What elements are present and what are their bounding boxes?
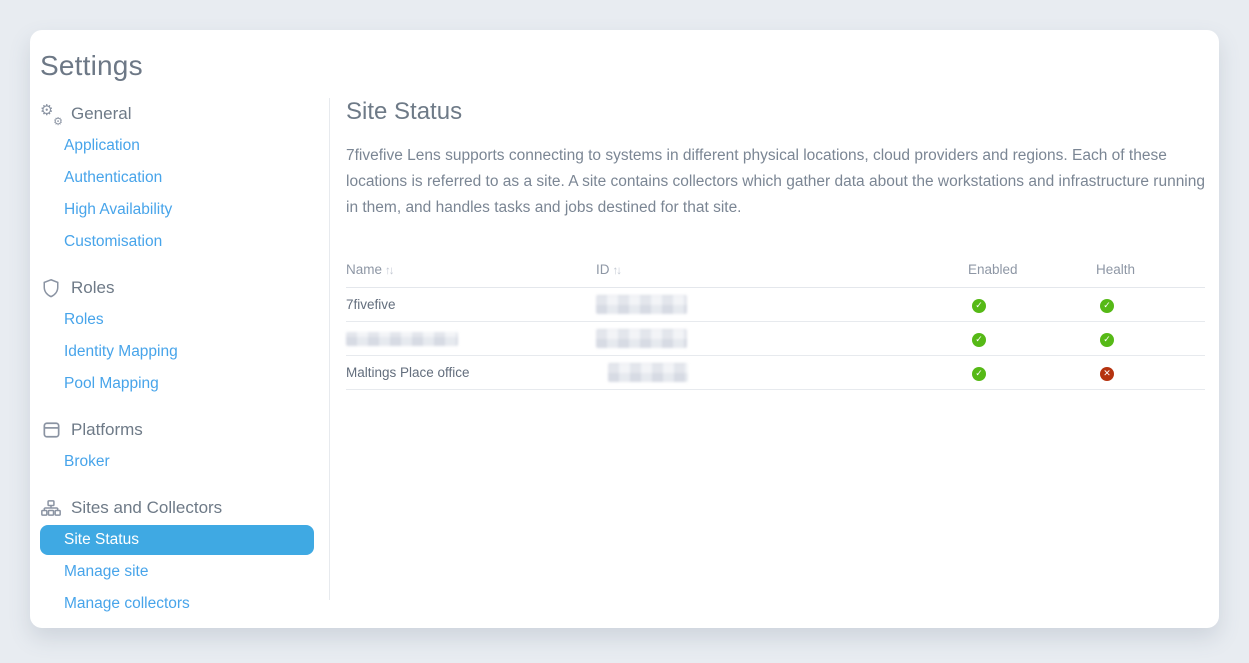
sidebar-section-header: ⚙⚙ General — [40, 98, 327, 130]
page-title: Settings — [40, 50, 1219, 82]
sidebar-item-site-status[interactable]: Site Status — [40, 525, 314, 555]
redacted-id — [596, 329, 687, 348]
status-ok-icon: ✓ — [972, 333, 986, 347]
sidebar-section-label: Sites and Collectors — [71, 498, 222, 518]
sidebar-item-high-availability[interactable]: High Availability — [40, 194, 314, 226]
status-error-icon: ✕ — [1100, 367, 1114, 381]
section-description: 7fivefive Lens supports connecting to sy… — [346, 143, 1205, 221]
column-label: ID — [596, 262, 610, 277]
cell-enabled: ✓ — [968, 288, 1096, 322]
cell-health: ✓ — [1096, 288, 1205, 322]
redacted-name — [346, 332, 458, 346]
sidebar-section-general: ⚙⚙ General ApplicationAuthenticationHigh A… — [40, 98, 327, 258]
sidebar-section-platforms: Platforms Broker — [40, 414, 327, 478]
status-ok-icon: ✓ — [972, 367, 986, 381]
status-ok-icon: ✓ — [972, 299, 986, 313]
sidebar-section-roles: RolesRolesIdentity MappingPool Mapping — [40, 272, 327, 400]
cell-enabled: ✓ — [968, 322, 1096, 356]
cell-enabled: ✓ — [968, 356, 1096, 390]
site-status-table: Name↑↓ID↑↓EnabledHealth 7fivefive✓✓✓✓Mal… — [346, 258, 1205, 390]
redacted-id — [596, 295, 687, 314]
column-label: Name — [346, 262, 382, 277]
platform-icon — [40, 419, 62, 441]
cell-id — [596, 322, 968, 356]
column-label: Enabled — [968, 262, 1018, 277]
column-header-name[interactable]: Name↑↓ — [346, 258, 596, 288]
shield-icon — [40, 277, 62, 299]
site-name: Maltings Place office — [346, 365, 470, 380]
sidebar-section-header: Roles — [40, 272, 327, 304]
content-row: ⚙⚙ General ApplicationAuthenticationHigh A… — [40, 96, 1219, 622]
cell-id — [596, 356, 968, 390]
sidebar-section-sites-and-collectors: Sites and Collectors Site StatusManage si… — [40, 492, 327, 620]
table-row: 7fivefive ✓ ✓ — [346, 288, 1205, 322]
table-row: ✓✓ — [346, 322, 1205, 356]
sidebar-section-label: Roles — [71, 278, 114, 298]
sidebar-item-manage-collectors[interactable]: Manage collectors — [40, 588, 314, 620]
sidebar-item-manage-site[interactable]: Manage site — [40, 556, 314, 588]
gears-icon: ⚙⚙ — [40, 103, 62, 125]
sidebar-section-header: Platforms — [40, 414, 327, 446]
cell-name — [346, 322, 596, 356]
cell-health: ✓ — [1096, 322, 1205, 356]
sort-arrows-icon: ↑↓ — [385, 265, 393, 277]
table-row: Maltings Place office ✓ ✕ — [346, 356, 1205, 390]
cell-health: ✕ — [1096, 356, 1205, 390]
sidebar-item-authentication[interactable]: Authentication — [40, 162, 314, 194]
settings-sidebar: ⚙⚙ General ApplicationAuthenticationHigh A… — [40, 96, 327, 622]
site-name: 7fivefive — [346, 297, 396, 312]
column-label: Health — [1096, 262, 1135, 277]
sidebar-section-header: Sites and Collectors — [40, 492, 327, 524]
sitemap-icon — [40, 497, 62, 519]
cell-name: 7fivefive — [346, 288, 596, 322]
cell-id — [596, 288, 968, 322]
cell-name: Maltings Place office — [346, 356, 596, 390]
table-header-row: Name↑↓ID↑↓EnabledHealth — [346, 258, 1205, 288]
section-heading: Site Status — [346, 98, 1205, 126]
status-ok-icon: ✓ — [1100, 333, 1114, 347]
sidebar-item-roles[interactable]: Roles — [40, 304, 314, 336]
column-header-enabled: Enabled — [968, 258, 1096, 288]
settings-panel: Settings ⚙⚙ General ApplicationAuthenticat… — [30, 30, 1219, 628]
sidebar-section-label: Platforms — [71, 420, 143, 440]
sort-arrows-icon: ↑↓ — [613, 265, 621, 277]
column-header-id[interactable]: ID↑↓ — [596, 258, 968, 288]
sidebar-item-identity-mapping[interactable]: Identity Mapping — [40, 336, 314, 368]
site-status-panel: Site Status 7fivefive Lens supports conn… — [330, 96, 1219, 622]
sidebar-section-label: General — [71, 104, 131, 124]
sidebar-item-broker[interactable]: Broker — [40, 446, 314, 478]
column-header-health: Health — [1096, 258, 1205, 288]
status-ok-icon: ✓ — [1100, 299, 1114, 313]
sidebar-item-application[interactable]: Application — [40, 130, 314, 162]
sidebar-item-pool-mapping[interactable]: Pool Mapping — [40, 368, 314, 400]
sidebar-item-customisation[interactable]: Customisation — [40, 226, 314, 258]
redacted-id — [608, 363, 688, 382]
